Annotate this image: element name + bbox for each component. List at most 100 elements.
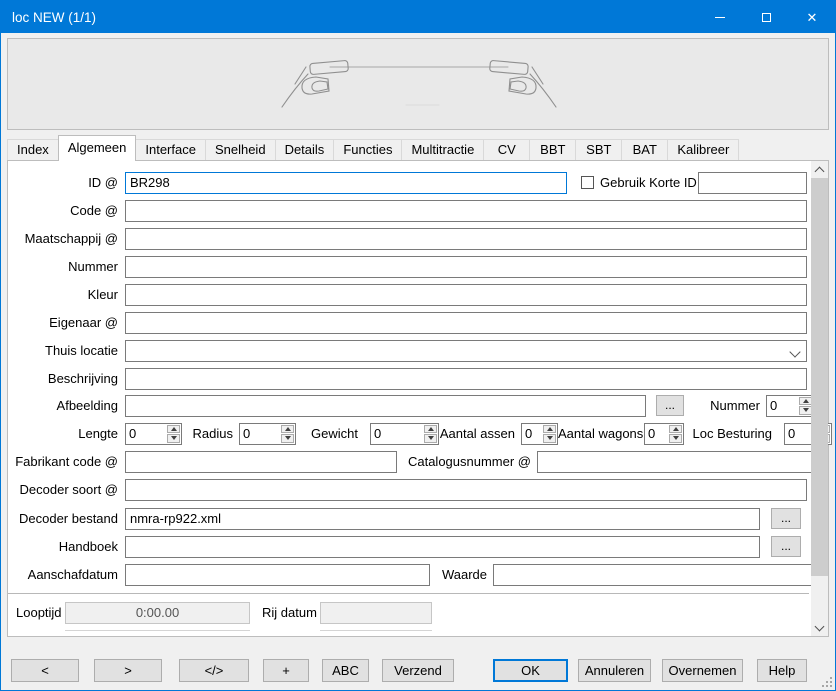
minimize-button[interactable] xyxy=(697,1,743,33)
maximize-button[interactable] xyxy=(743,1,789,33)
tab-strip: Index Algemeen Interface Snelheid Detail… xyxy=(7,136,738,160)
window-controls: ✕ xyxy=(697,1,835,33)
tab-multitractie[interactable]: Multitractie xyxy=(401,139,484,160)
aantal-assen-label: Aantal assen xyxy=(439,426,521,441)
tab-details[interactable]: Details xyxy=(275,139,335,160)
afbeelding-input[interactable] xyxy=(125,395,646,417)
tab-bbt[interactable]: BBT xyxy=(529,139,576,160)
tab-interface[interactable]: Interface xyxy=(135,139,206,160)
arrow-up-icon xyxy=(171,427,177,431)
maatschappij-row: Maatschappij @ xyxy=(8,227,807,250)
aantal-wagons-input[interactable] xyxy=(645,424,668,444)
arrow-down-icon xyxy=(673,436,679,440)
radius-spinner[interactable] xyxy=(239,423,296,445)
close-button[interactable]: ✕ xyxy=(789,1,835,33)
thuis-locatie-row: Thuis locatie xyxy=(8,339,807,362)
waarde-input[interactable] xyxy=(493,564,813,586)
fabrikant-row: Fabrikant code @ Catalogusnummer @ xyxy=(8,450,807,473)
spin-up-button[interactable] xyxy=(424,425,437,434)
arrow-up-icon xyxy=(547,427,553,431)
waarde-label: Waarde xyxy=(430,567,493,582)
id-input[interactable] xyxy=(125,172,567,194)
tab-snelheid[interactable]: Snelheid xyxy=(205,139,276,160)
scrollbar-up-button[interactable] xyxy=(811,161,828,178)
arrow-down-icon xyxy=(171,436,177,440)
looptijd-row: Looptijd Rij datum xyxy=(8,601,807,624)
tab-bat[interactable]: BAT xyxy=(621,139,668,160)
handboek-input[interactable] xyxy=(125,536,760,558)
gewicht-spinner[interactable] xyxy=(370,423,439,445)
help-button[interactable]: Help xyxy=(757,659,807,682)
prev-button[interactable]: < xyxy=(11,659,79,682)
spin-up-button[interactable] xyxy=(167,425,180,434)
spin-down-button[interactable] xyxy=(543,434,556,443)
verzend-button[interactable]: Verzend xyxy=(382,659,454,682)
lengte-spinner[interactable] xyxy=(125,423,182,445)
aanschafdatum-input[interactable] xyxy=(125,564,430,586)
tab-sbt[interactable]: SBT xyxy=(575,139,622,160)
afbeelding-nummer-spinner[interactable] xyxy=(766,395,814,417)
radius-input[interactable] xyxy=(240,424,280,444)
scrollbar-down-button[interactable] xyxy=(811,619,828,636)
id-label: ID @ xyxy=(8,175,125,190)
markup-button[interactable]: </> xyxy=(179,659,249,682)
handboek-browse-button[interactable]: ... xyxy=(771,536,801,557)
ok-button[interactable]: OK xyxy=(493,659,568,682)
spinner-buttons xyxy=(542,424,557,444)
vertical-scrollbar[interactable] xyxy=(811,161,828,636)
korte-id-checkbox[interactable] xyxy=(581,176,594,189)
decoder-bestand-row: Decoder bestand ... xyxy=(8,507,807,530)
nummer-input[interactable] xyxy=(125,256,807,278)
tab-kalibreer[interactable]: Kalibreer xyxy=(667,139,739,160)
maximize-icon xyxy=(762,13,771,22)
tab-algemeen[interactable]: Algemeen xyxy=(58,135,137,161)
tab-cv[interactable]: CV xyxy=(483,139,530,160)
window-title: loc NEW (1/1) xyxy=(1,10,697,25)
annuleren-button[interactable]: Annuleren xyxy=(578,659,651,682)
fabrikant-code-label: Fabrikant code @ xyxy=(8,454,125,469)
afbeelding-row: Afbeelding ... Nummer xyxy=(8,394,807,417)
tab-index[interactable]: Index xyxy=(7,139,59,160)
aantal-assen-spinner[interactable] xyxy=(521,423,558,445)
decoder-bestand-input[interactable] xyxy=(125,508,760,530)
code-input[interactable] xyxy=(125,200,807,222)
scrollbar-thumb[interactable] xyxy=(811,178,828,576)
abc-button[interactable]: ABC xyxy=(322,659,369,682)
kleur-input[interactable] xyxy=(125,284,807,306)
thuis-locatie-input[interactable] xyxy=(125,340,807,362)
spin-up-button[interactable] xyxy=(669,425,682,434)
afbeelding-browse-button[interactable]: ... xyxy=(656,395,684,416)
lengte-input[interactable] xyxy=(126,424,166,444)
aanschafdatum-row: Aanschafdatum Waarde xyxy=(8,563,807,586)
radius-label: Radius xyxy=(182,426,239,441)
plus-button[interactable]: + xyxy=(263,659,309,682)
thuis-locatie-combobox[interactable] xyxy=(125,340,807,362)
beschrijving-input[interactable] xyxy=(125,368,807,390)
overnemen-button[interactable]: Overnemen xyxy=(662,659,743,682)
eigenaar-input[interactable] xyxy=(125,312,807,334)
spin-down-button[interactable] xyxy=(281,434,294,443)
maatschappij-input[interactable] xyxy=(125,228,807,250)
rij-datum-label: Rij datum xyxy=(262,605,312,620)
aantal-assen-input[interactable] xyxy=(522,424,542,444)
aantal-wagons-spinner[interactable] xyxy=(644,423,684,445)
catalogusnummer-input[interactable] xyxy=(537,451,813,473)
spinner-buttons xyxy=(423,424,438,444)
tab-functies[interactable]: Functies xyxy=(333,139,402,160)
fabrikant-code-input[interactable] xyxy=(125,451,397,473)
spin-down-button[interactable] xyxy=(167,434,180,443)
spin-up-button[interactable] xyxy=(281,425,294,434)
decoder-soort-input[interactable] xyxy=(125,479,807,501)
afbeelding-nummer-input[interactable] xyxy=(767,396,798,416)
gewicht-input[interactable] xyxy=(371,424,423,444)
spin-up-button[interactable] xyxy=(543,425,556,434)
korte-id-input[interactable] xyxy=(698,172,807,194)
arrow-down-icon xyxy=(815,621,825,631)
spin-down-button[interactable] xyxy=(424,434,437,443)
resize-grip-icon[interactable] xyxy=(822,677,832,687)
spin-down-button[interactable] xyxy=(669,434,682,443)
looptijd-label: Looptijd xyxy=(8,605,65,620)
arrow-up-icon xyxy=(428,427,434,431)
decoder-bestand-browse-button[interactable]: ... xyxy=(771,508,801,529)
next-button[interactable]: > xyxy=(94,659,162,682)
